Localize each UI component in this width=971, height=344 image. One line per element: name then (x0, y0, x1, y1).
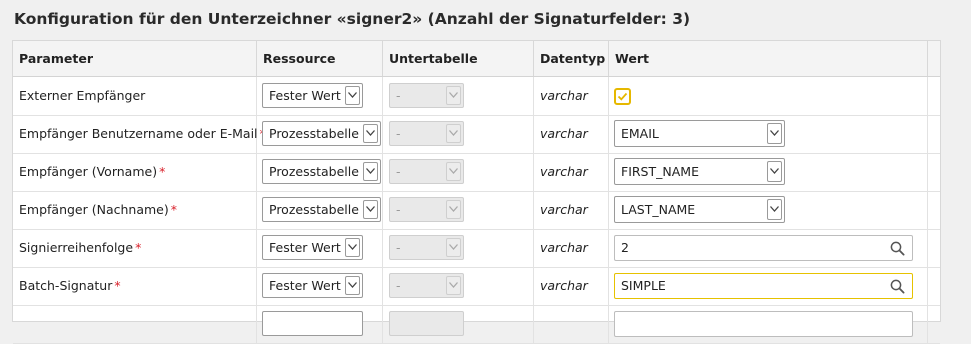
wert-select[interactable]: EMAIL (614, 120, 785, 147)
column-header-parameter: Parameter (13, 41, 257, 76)
required-marker: * (170, 202, 177, 217)
chevron-down-icon (767, 199, 782, 220)
ressource-select[interactable]: Fester Wert (262, 273, 363, 298)
column-header-datentyp: Datentyp (534, 41, 609, 76)
chevron-down-icon (446, 86, 461, 105)
datatype-label: varchar (540, 88, 588, 103)
table-header: Parameter Ressource Untertabelle Datenty… (13, 41, 940, 77)
checkmark-icon (617, 92, 628, 101)
ressource-select[interactable]: Prozesstabelle (262, 197, 381, 222)
chevron-down-icon (345, 86, 360, 105)
signer-config-table: Parameter Ressource Untertabelle Datenty… (12, 40, 941, 344)
chevron-down-icon (446, 200, 461, 219)
chevron-down-icon (446, 276, 461, 295)
untertabelle-select[interactable]: - (389, 83, 464, 108)
table-row: Externer Empfänger Fester Wert - varchar (13, 77, 940, 116)
ressource-select[interactable]: Fester Wert (262, 235, 363, 260)
wert-input[interactable]: SIMPLE (614, 273, 913, 299)
parameter-label: Empfänger (Vorname) (19, 164, 158, 179)
untertabelle-select[interactable]: - (389, 159, 464, 184)
datatype-label: varchar (540, 278, 588, 293)
search-icon[interactable] (890, 241, 905, 259)
chevron-down-icon (345, 276, 360, 295)
chevron-down-icon (446, 162, 461, 181)
wert-input[interactable] (614, 311, 913, 337)
datatype-label: varchar (540, 240, 588, 255)
untertabelle-select[interactable]: - (389, 273, 464, 298)
column-header-untertabelle: Untertabelle (383, 41, 534, 76)
datatype-label: varchar (540, 126, 588, 141)
wert-checkbox[interactable] (614, 88, 631, 105)
datatype-label: varchar (540, 164, 588, 179)
parameter-label: Batch-Signatur (19, 278, 113, 293)
parameter-label: Empfänger Benutzername oder E-Mail (19, 126, 258, 141)
chevron-down-icon (767, 161, 782, 182)
required-marker: * (159, 164, 166, 179)
search-icon[interactable] (890, 279, 905, 297)
table-row: Batch-Signatur * Fester Wert - varchar SI… (13, 267, 940, 306)
wert-input[interactable]: 2 (614, 235, 913, 261)
chevron-down-icon (767, 123, 782, 144)
table-row: Signierreihenfolge * Fester Wert - varcha… (13, 229, 940, 268)
table-row: Empfänger Benutzername oder E-Mail* Proz… (13, 115, 940, 154)
chevron-down-icon (363, 124, 378, 143)
page-title: Konfiguration für den Unterzeichner «sig… (14, 10, 691, 28)
wert-select[interactable]: LAST_NAME (614, 196, 785, 223)
parameter-label: Empfänger (Nachname) (19, 202, 169, 217)
untertabelle-select[interactable]: - (389, 121, 464, 146)
untertabelle-select[interactable]: - (389, 235, 464, 260)
wert-select[interactable]: FIRST_NAME (614, 158, 785, 185)
chevron-down-icon (345, 238, 360, 257)
parameter-label: Signierreihenfolge (19, 240, 134, 255)
ressource-select[interactable]: Prozesstabelle (262, 121, 381, 146)
parameter-label: Externer Empfänger (19, 88, 146, 103)
ressource-select[interactable]: Fester Wert (262, 83, 363, 108)
column-header-ressource: Ressource (257, 41, 383, 76)
ressource-select[interactable] (262, 311, 363, 336)
untertabelle-select[interactable]: - (389, 197, 464, 222)
chevron-down-icon (446, 124, 461, 143)
table-row: Empfänger (Nachname) * Prozesstabelle - v… (13, 191, 940, 230)
column-header-wert: Wert (609, 41, 928, 76)
ressource-select[interactable]: Prozesstabelle (262, 159, 381, 184)
chevron-down-icon (363, 162, 378, 181)
required-marker: * (135, 240, 142, 255)
table-row (13, 305, 940, 344)
untertabelle-select[interactable] (389, 311, 464, 336)
chevron-down-icon (363, 200, 378, 219)
chevron-down-icon (446, 238, 461, 257)
table-row: Empfänger (Vorname) * Prozesstabelle - va… (13, 153, 940, 192)
datatype-label: varchar (540, 202, 588, 217)
required-marker: * (114, 278, 121, 293)
